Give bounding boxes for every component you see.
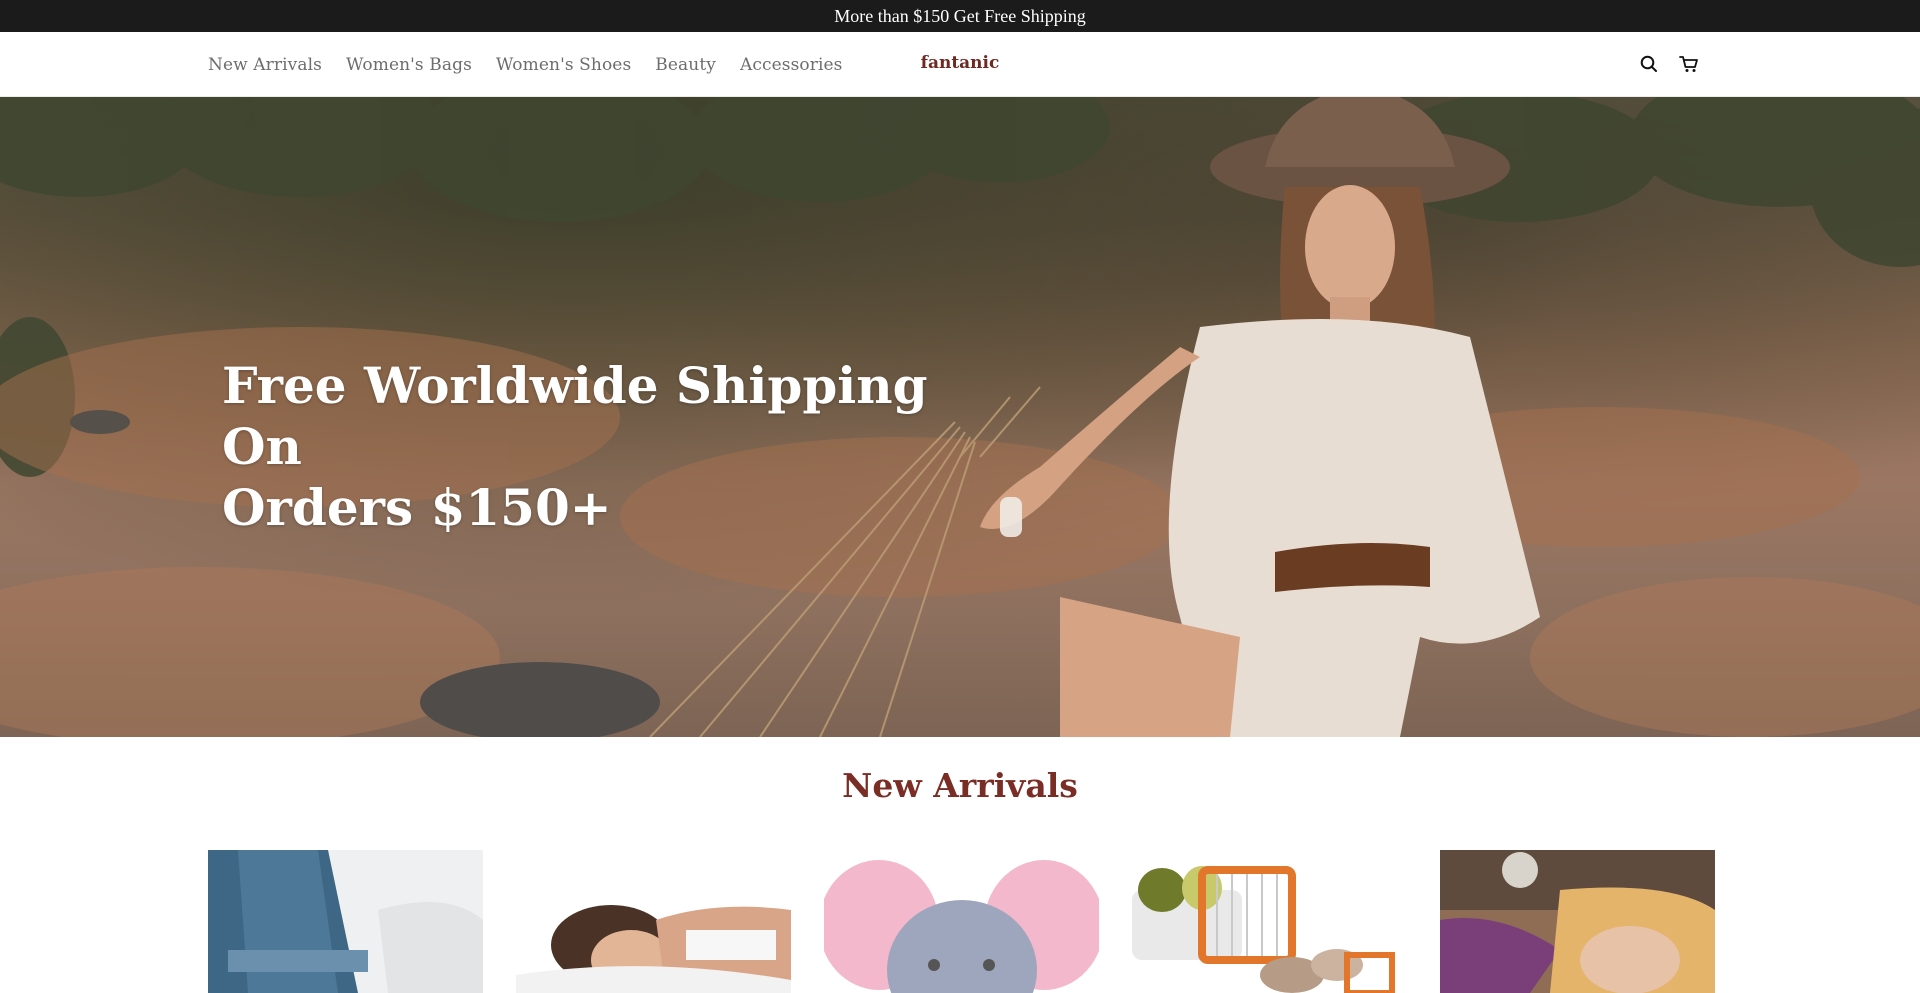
search-icon[interactable] <box>1638 52 1660 76</box>
product-card[interactable] <box>516 850 791 993</box>
vegetable-slicer-product-image <box>1132 850 1407 993</box>
pink-elephant-plush-product-image <box>824 850 1099 993</box>
main-nav: New Arrivals Women's Bags Women's Shoes … <box>208 32 843 97</box>
nav-item-accessories[interactable]: Accessories <box>740 55 843 75</box>
cart-icon[interactable] <box>1678 52 1700 76</box>
site-header: New Arrivals Women's Bags Women's Shoes … <box>0 32 1920 97</box>
nav-item-womens-shoes[interactable]: Women's Shoes <box>496 55 631 75</box>
site-logo[interactable]: fantanic <box>921 53 1000 73</box>
nav-item-womens-bags[interactable]: Women's Bags <box>346 55 472 75</box>
header-icons <box>1638 52 1700 76</box>
hero-heading: Free Worldwide Shipping On Orders $150+ <box>222 355 1022 538</box>
jeans-and-shoes-product-image <box>208 850 483 993</box>
hero-heading-line-1: Free Worldwide Shipping On <box>222 356 928 476</box>
nav-item-new-arrivals[interactable]: New Arrivals <box>208 55 322 75</box>
sleeping-woman-mouthpiece-product-image <box>1440 850 1715 993</box>
product-card[interactable] <box>824 850 1099 993</box>
announcement-bar: More than $150 Get Free Shipping <box>0 0 1920 32</box>
nav-item-beauty[interactable]: Beauty <box>655 55 716 75</box>
hero-heading-line-2: Orders $150+ <box>222 478 612 537</box>
product-grid <box>208 850 1715 993</box>
product-card[interactable] <box>1132 850 1407 993</box>
product-card[interactable] <box>208 850 483 993</box>
hero-banner: Free Worldwide Shipping On Orders $150+ <box>0 97 1920 737</box>
announcement-text: More than $150 Get Free Shipping <box>834 5 1086 26</box>
sleeping-woman-pillow-product-image <box>516 850 791 993</box>
new-arrivals-title: New Arrivals <box>842 766 1078 805</box>
product-card[interactable] <box>1440 850 1715 993</box>
